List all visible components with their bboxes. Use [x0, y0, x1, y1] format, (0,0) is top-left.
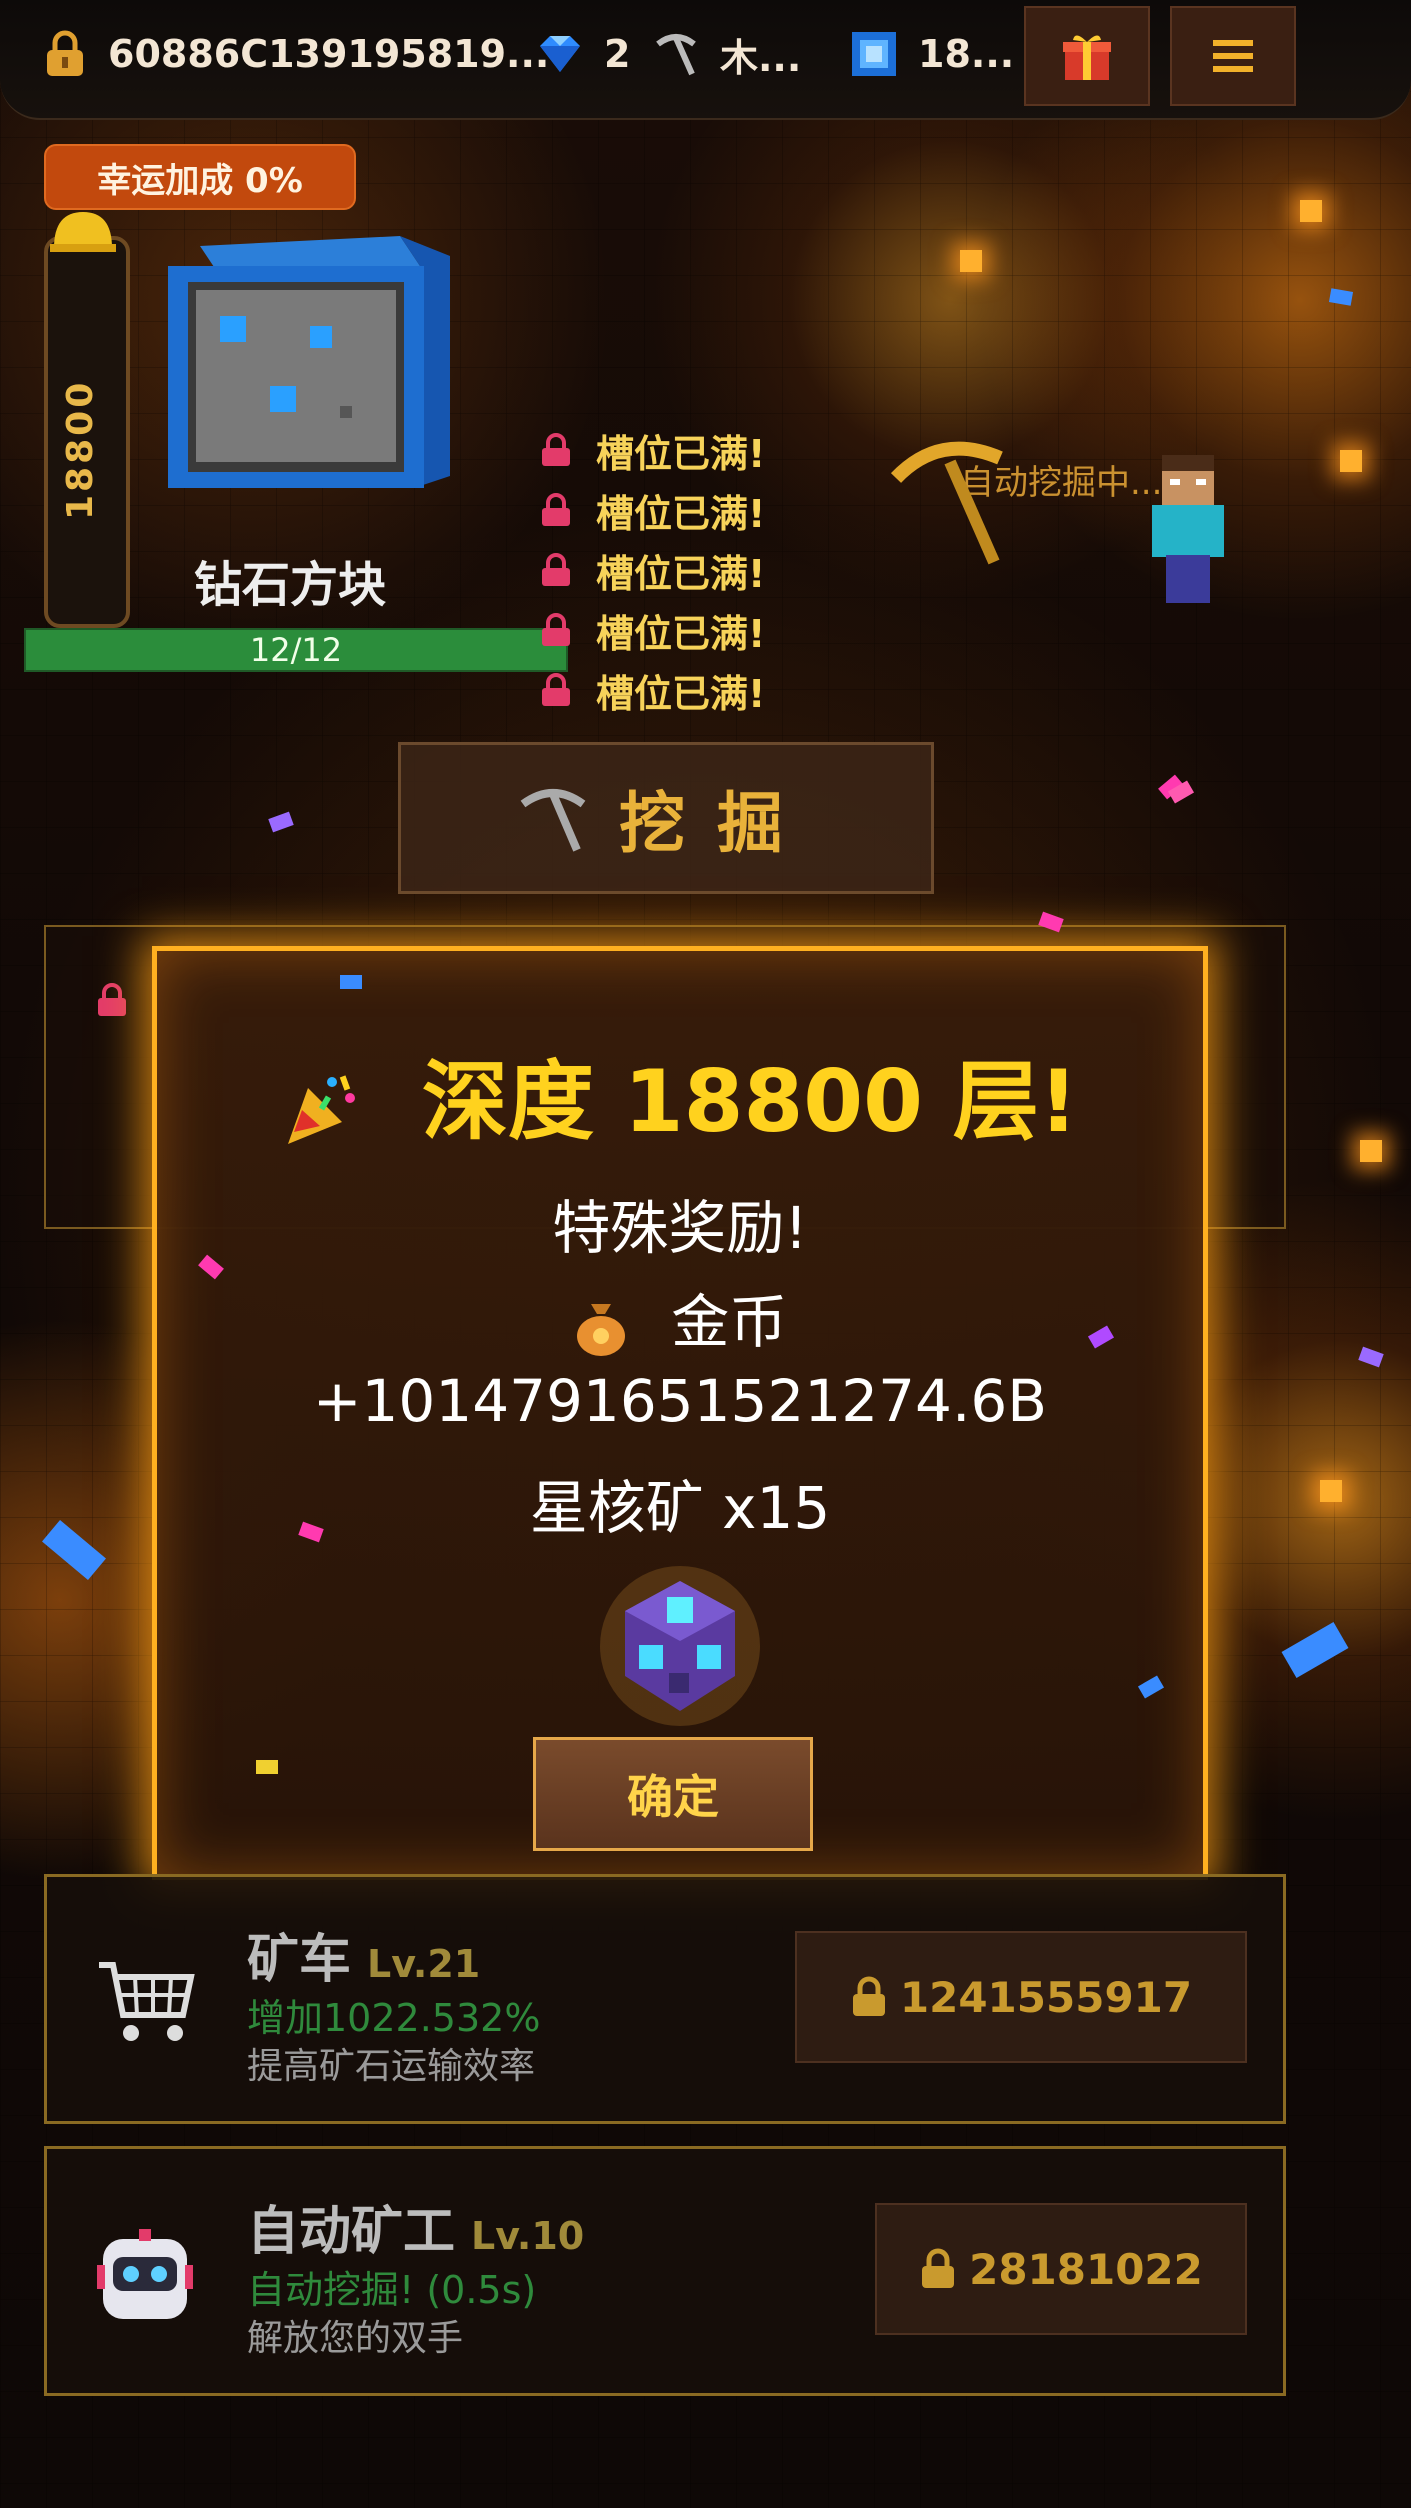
lock-icon [98, 983, 126, 1016]
slot-status: 槽位已满! [596, 431, 766, 476]
diamond-icon [540, 36, 580, 72]
diamond-counter: 2 [536, 28, 630, 80]
diamond-count: 2 [604, 32, 631, 76]
slot-status: 槽位已满! [596, 551, 766, 596]
ember-glow [1320, 1480, 1342, 1502]
upgrade-level: Lv.10 [471, 2214, 585, 2258]
helmet-icon [50, 212, 116, 252]
upgrade-name: 自动矿工 Lv.10 [247, 2189, 584, 2264]
modal-title-text: 深度 18800 层! [421, 1052, 1079, 1152]
upgrade-title: 矿车 [247, 1930, 352, 1990]
slot-item: 槽位已满! [540, 420, 765, 480]
block-progress-bar: 12/12 [24, 628, 568, 672]
slot-status: 槽位已满! [596, 611, 766, 656]
slot-item: 槽位已满! [540, 480, 765, 540]
upgrade-description: 解放您的双手 [247, 2318, 464, 2359]
party-popper-icon [287, 1074, 355, 1144]
upgrade-name: 矿车 Lv.21 [247, 1917, 480, 1992]
lock-icon [542, 613, 570, 646]
depth-meter: 18800 [44, 212, 130, 628]
account-id: 60886C139195819... [108, 32, 550, 76]
block-name: 钻石方块 [193, 557, 386, 613]
robot-icon [97, 2229, 193, 2319]
depth-reward-modal: 深度 18800 层! 特殊奖励! 金币 +1014791651521274.6… [152, 946, 1208, 1880]
ember-glow [1300, 200, 1322, 222]
block-icon [852, 32, 896, 76]
coin-bag-icon [576, 1303, 625, 1356]
lock-icon [542, 673, 570, 706]
slot-item: 槽位已满! [540, 660, 765, 720]
upgrade-level: Lv.21 [367, 1942, 481, 1986]
lock-icon [47, 30, 83, 76]
upgrade-effect: 增加1022.532% [247, 1996, 541, 2040]
pickaxe-icon [656, 34, 696, 76]
depth-value: 18800 [60, 379, 101, 521]
star-core-ore-icon [600, 1566, 760, 1726]
slot-item: 槽位已满! [540, 540, 765, 600]
block-count: 18... [918, 32, 1015, 76]
upgrade-description: 提高矿石运输效率 [247, 2046, 536, 2087]
block-progress-text: 12/12 [249, 631, 343, 669]
upgrade-buy-button[interactable]: 1241555917 [795, 1931, 1247, 2063]
luck-bonus-label: 幸运加成 0% [97, 160, 303, 201]
ember-glow [1360, 1140, 1382, 1162]
upgrade-card-minecart: 矿车 Lv.21 增加1022.532% 提高矿石运输效率 1241555917 [44, 1874, 1286, 2124]
upgrade-price: 28181022 [969, 2244, 1203, 2294]
confetti-piece [256, 1760, 278, 1774]
lock-icon [542, 553, 570, 586]
menu-icon [1213, 40, 1253, 72]
gift-icon [1063, 35, 1111, 80]
luck-bonus-badge: 幸运加成 0% [44, 144, 356, 210]
confetti-piece [340, 975, 362, 989]
dig-button-label: 挖掘 [619, 785, 815, 862]
upgrade-title: 自动矿工 [247, 2202, 456, 2262]
slot-status: 槽位已满! [596, 671, 766, 716]
dig-button[interactable]: 挖掘 [398, 742, 934, 894]
upgrade-card-auto-miner: 自动矿工 Lv.10 自动挖掘! (0.5s) 解放您的双手 28181022 [44, 2146, 1286, 2396]
lock-icon [542, 493, 570, 526]
lock-icon [852, 1976, 885, 2016]
top-bar: 60886C139195819... 2 木... 18... [0, 0, 1411, 120]
coin-reward-amount: +1014791651521274.6B [312, 1367, 1048, 1435]
block-counter: 18... [850, 28, 1014, 80]
golden-pickaxe-icon [890, 441, 1003, 565]
slot-list: 槽位已满! 槽位已满! 槽位已满! 槽位已满! 槽位已满! [540, 420, 765, 720]
account-display[interactable]: 60886C139195819... [44, 28, 549, 80]
ember-glow [960, 250, 982, 272]
upgrade-buy-button[interactable]: 28181022 [875, 2203, 1247, 2335]
coin-label: 金币 [671, 1288, 788, 1356]
pickaxe-icon [520, 789, 586, 852]
minecart-icon [99, 1962, 195, 2041]
diamond-block-icon [168, 236, 450, 488]
menu-button[interactable] [1170, 6, 1296, 106]
slot-item: 槽位已满! [540, 600, 765, 660]
upgrade-effect: 自动挖掘! (0.5s) [247, 2268, 537, 2312]
pickaxe-name: 木... [720, 35, 802, 80]
confirm-button-label: 确定 [627, 1770, 719, 1824]
upgrade-price: 1241555917 [899, 1972, 1193, 2022]
miner-character [1152, 455, 1224, 603]
modal-title: 深度 18800 层! [157, 1031, 1203, 1156]
gift-button[interactable] [1024, 6, 1150, 106]
current-block [160, 226, 460, 506]
lock-icon [922, 2248, 955, 2288]
coin-reward-label: 金币 [157, 1275, 1203, 1359]
slot-status: 槽位已满! [596, 491, 766, 536]
confirm-button[interactable]: 确定 [533, 1737, 813, 1851]
pickaxe-display: 木... [652, 28, 801, 80]
reward-subtitle: 特殊奖励! [552, 1194, 808, 1262]
lock-icon [542, 433, 570, 466]
ember-glow [1340, 450, 1362, 472]
